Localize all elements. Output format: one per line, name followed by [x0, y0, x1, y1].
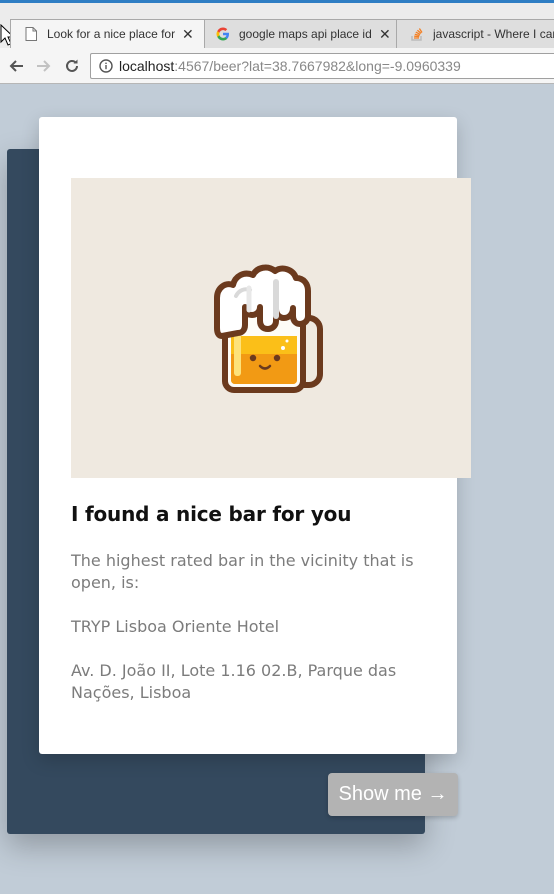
address-bar[interactable]: localhost:4567/beer?lat=38.7667982&long=… — [90, 53, 554, 79]
card-image — [71, 178, 471, 478]
tab-title: google maps api place id — [239, 27, 372, 41]
intro-text: The highest rated bar in the vicinity th… — [71, 551, 414, 592]
reload-icon — [66, 59, 78, 72]
window-top-border — [0, 0, 554, 3]
google-icon — [215, 26, 231, 42]
tab-look-for-nice-place[interactable]: Look for a nice place for ✕ — [10, 19, 205, 48]
url-host: localhost — [119, 58, 175, 74]
close-icon[interactable]: ✕ — [379, 26, 393, 43]
tab-title: javascript - Where I can — [433, 27, 554, 41]
result-card: I found a nice bar for you The highest r… — [39, 117, 471, 754]
back-button[interactable] — [6, 56, 26, 76]
bar-address: Av. D. João II, Lote 1.16 02.B, Parque d… — [71, 661, 397, 702]
stackoverflow-icon — [409, 26, 425, 42]
tab-title: Look for a nice place for — [47, 27, 176, 41]
reload-button[interactable] — [62, 56, 82, 76]
tab-google-maps[interactable]: google maps api place id ✕ — [202, 19, 402, 48]
page-title: I found a nice bar for you — [71, 502, 352, 526]
tab-strip: Look for a nice place for ✕ google maps … — [0, 0, 554, 48]
close-icon[interactable]: ✕ — [182, 26, 196, 43]
tab-javascript-question[interactable]: javascript - Where I can — [396, 19, 554, 48]
show-me-button[interactable]: Show me → — [328, 773, 458, 816]
bar-name: TRYP Lisboa Oriente Hotel — [71, 617, 280, 636]
back-arrow-icon — [9, 60, 23, 72]
url-path: :4567/beer?lat=38.7667982&long=-9.096033… — [174, 58, 461, 74]
beer-mug-icon — [214, 264, 323, 393]
info-icon[interactable] — [99, 59, 113, 73]
page-icon — [23, 26, 39, 42]
forward-button[interactable] — [34, 56, 54, 76]
forward-arrow-icon — [37, 60, 51, 72]
